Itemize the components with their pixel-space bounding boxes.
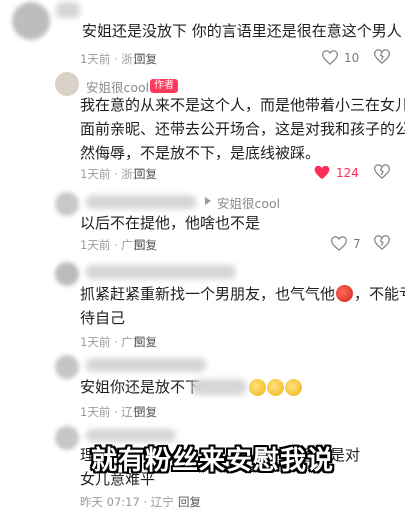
like-button[interactable]: 10 <box>322 50 359 65</box>
broken-heart-icon <box>373 235 391 251</box>
comment-line: 待自己 <box>80 309 126 327</box>
comment-text-part: 安姐你还是放不下 <box>80 378 201 396</box>
comment-line: 抓紧赶紧重新找一个男朋友，也气气他 ，不能亏 <box>80 282 405 306</box>
like-button[interactable]: 7 <box>331 236 361 251</box>
reply-button[interactable]: 回复 <box>178 494 201 510</box>
blurred-username <box>86 358 206 372</box>
reply-button[interactable]: 回复 <box>134 334 157 350</box>
comment-text-part: 抓紧赶紧重新找一个男朋友，也气气他 <box>80 285 336 303</box>
heart-icon <box>322 50 338 65</box>
avatar[interactable] <box>12 2 50 40</box>
dislike-button[interactable] <box>373 49 391 68</box>
like-count: 7 <box>353 236 361 251</box>
comment-text: 安姐还是没放下 你的言语里还是很在意这个男人 <box>82 22 402 40</box>
reply-arrow-icon <box>205 197 211 205</box>
blurred-username <box>56 2 80 18</box>
author-avatar[interactable] <box>55 72 79 96</box>
comment-text-part: ，不能亏 <box>354 285 405 303</box>
reply-button[interactable]: 回复 <box>134 166 157 182</box>
laughing-emoji-icon <box>249 379 266 396</box>
video-caption-overlay: 就有粉丝来安慰我说 <box>91 446 335 476</box>
crying-emoji-icon <box>285 379 302 396</box>
avatar[interactable] <box>55 192 79 216</box>
like-count: 124 <box>336 165 359 180</box>
reply-button[interactable]: 回复 <box>134 51 157 67</box>
author-badge: 作者 <box>150 79 178 93</box>
like-button[interactable]: 124 <box>314 165 359 180</box>
like-count: 10 <box>344 50 360 65</box>
blurred-username <box>86 265 236 279</box>
comment-meta: 昨天 07:17 · 辽宁 <box>80 495 174 509</box>
heart-filled-icon <box>314 165 330 180</box>
comment-line: 安姐你还是放不下 <box>80 375 200 399</box>
reply-button[interactable]: 回复 <box>134 237 157 253</box>
blurred-text <box>192 379 246 395</box>
avatar[interactable] <box>55 355 79 379</box>
broken-heart-icon <box>373 164 391 180</box>
heart-icon <box>331 236 347 251</box>
comment-text: 以后不在提他，他啥也不是 <box>80 214 261 232</box>
avatar[interactable] <box>55 262 79 286</box>
comment-line: 然侮辱，不是放不下，是底线被踩。 <box>80 144 321 162</box>
dislike-button[interactable] <box>373 164 391 183</box>
dislike-button[interactable] <box>373 235 391 254</box>
reply-to-username[interactable]: 安姐很cool <box>217 193 280 212</box>
crying-emoji-icon <box>267 379 284 396</box>
comment-line: 面前亲昵、还带去公开场合，这是对我和孩子的公 <box>80 120 405 138</box>
broken-heart-icon <box>373 49 391 65</box>
angry-emoji-icon <box>336 285 354 302</box>
reply-button[interactable]: 回复 <box>134 404 157 420</box>
blurred-username <box>86 195 196 209</box>
avatar[interactable] <box>55 426 79 450</box>
comment-line: 我在意的从来不是这个人，而是他带着小三在女儿 <box>80 96 405 114</box>
